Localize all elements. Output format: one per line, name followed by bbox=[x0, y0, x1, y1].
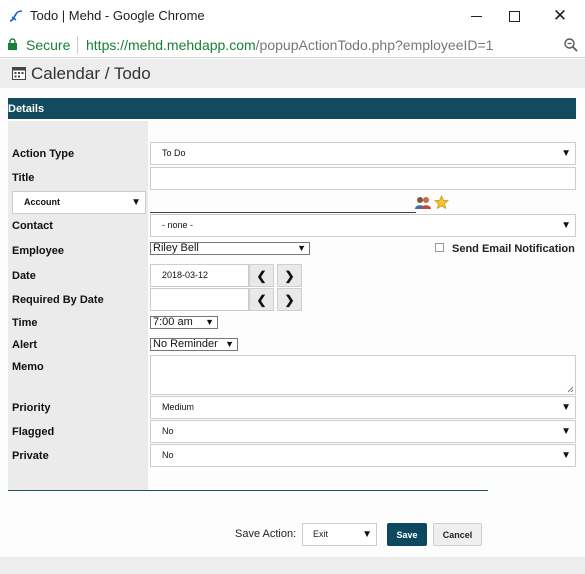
related-type-select[interactable]: Account ▼ bbox=[12, 191, 146, 214]
lock-icon bbox=[7, 38, 18, 51]
address-separator bbox=[77, 36, 78, 54]
required-by-date-label: Required By Date bbox=[12, 294, 104, 306]
related-type-value: Account bbox=[24, 197, 60, 207]
priority-select[interactable]: Medium ▼ bbox=[150, 396, 576, 419]
chevron-down-icon: ▼ bbox=[561, 450, 571, 461]
alert-value: No Reminder bbox=[153, 338, 218, 350]
chevron-down-icon: ▼ bbox=[225, 339, 234, 349]
employee-value: Riley Bell bbox=[153, 242, 199, 254]
calendar-icon bbox=[12, 66, 26, 80]
time-select[interactable]: 7:00 am ▼ bbox=[150, 316, 218, 329]
chevron-down-icon: ▼ bbox=[561, 426, 571, 437]
cancel-button[interactable]: Cancel bbox=[433, 523, 482, 546]
chevron-down-icon: ▼ bbox=[561, 148, 571, 159]
zoom-icon[interactable] bbox=[563, 37, 579, 53]
private-select[interactable]: No ▼ bbox=[150, 444, 576, 467]
contacts-lookup-icon[interactable] bbox=[414, 196, 432, 210]
save-action-value: Exit bbox=[313, 529, 329, 539]
maximize-icon[interactable] bbox=[502, 4, 526, 28]
contact-value: - none - bbox=[162, 220, 194, 230]
details-section-header bbox=[8, 98, 576, 119]
chevron-down-icon: ▼ bbox=[131, 197, 141, 208]
page-title: Calendar / Todo bbox=[31, 64, 151, 83]
date-next-button[interactable]: ❯ bbox=[277, 264, 302, 287]
resize-grip-icon[interactable] bbox=[566, 385, 574, 393]
action-type-select[interactable]: To Do ▼ bbox=[150, 142, 576, 165]
flagged-value: No bbox=[162, 426, 174, 436]
account-input[interactable] bbox=[150, 212, 416, 213]
contact-select[interactable]: - none - ▼ bbox=[150, 214, 576, 237]
chevron-down-icon: ▼ bbox=[561, 220, 571, 231]
date-label: Date bbox=[12, 270, 36, 282]
page-footer bbox=[0, 557, 585, 574]
priority-value: Medium bbox=[162, 402, 195, 412]
favorite-star-icon[interactable] bbox=[434, 195, 449, 210]
form-bottom-rule bbox=[8, 490, 488, 491]
flagged-select[interactable]: No ▼ bbox=[150, 420, 576, 443]
app-icon bbox=[8, 8, 24, 24]
minimize-icon[interactable] bbox=[464, 4, 488, 28]
required-by-next-button[interactable]: ❯ bbox=[277, 288, 302, 311]
email-notification-label: Send Email Notification bbox=[452, 243, 575, 255]
chevron-down-icon: ▼ bbox=[297, 243, 306, 253]
save-action-label: Save Action: bbox=[235, 528, 297, 540]
url-text[interactable]: https://mehd.mehdapp.com/popupActionTodo… bbox=[86, 37, 493, 53]
action-type-label: Action Type bbox=[12, 148, 75, 160]
close-icon[interactable]: ✕ bbox=[548, 4, 572, 28]
title-input[interactable] bbox=[150, 167, 576, 190]
employee-select[interactable]: Riley Bell ▼ bbox=[150, 242, 310, 255]
window-title: Todo | Mehd - Google Chrome bbox=[30, 8, 205, 23]
chevron-down-icon: ▼ bbox=[362, 529, 372, 540]
save-action-select[interactable]: Exit ▼ bbox=[302, 523, 377, 546]
email-notification-checkbox[interactable] bbox=[435, 243, 444, 252]
flagged-label: Flagged bbox=[12, 426, 55, 438]
memo-label: Memo bbox=[12, 361, 44, 373]
save-button[interactable]: Save bbox=[387, 523, 427, 546]
private-value: No bbox=[162, 450, 174, 460]
priority-label: Priority bbox=[12, 402, 51, 414]
alert-label: Alert bbox=[12, 339, 38, 351]
time-value: 7:00 am bbox=[153, 316, 193, 328]
action-type-value: To Do bbox=[162, 148, 186, 158]
date-input[interactable]: 2018-03-12 bbox=[150, 264, 249, 287]
memo-textarea[interactable] bbox=[150, 355, 576, 395]
employee-label: Employee bbox=[12, 245, 64, 257]
url-path: /popupActionTodo.php?employeeID=1 bbox=[255, 37, 494, 53]
required-by-prev-button[interactable]: ❮ bbox=[249, 288, 274, 311]
private-label: Private bbox=[12, 450, 49, 462]
contact-label: Contact bbox=[12, 220, 53, 232]
title-label: Title bbox=[12, 172, 35, 184]
required-by-date-input[interactable] bbox=[150, 288, 249, 311]
secure-label: Secure bbox=[26, 37, 71, 53]
details-section-label: Details bbox=[8, 103, 45, 115]
url-base: https://mehd.mehdapp.com bbox=[86, 37, 256, 53]
chevron-down-icon: ▼ bbox=[561, 402, 571, 413]
date-prev-button[interactable]: ❮ bbox=[249, 264, 274, 287]
alert-select[interactable]: No Reminder ▼ bbox=[150, 338, 238, 351]
chevron-down-icon: ▼ bbox=[205, 317, 214, 327]
time-label: Time bbox=[12, 317, 38, 329]
